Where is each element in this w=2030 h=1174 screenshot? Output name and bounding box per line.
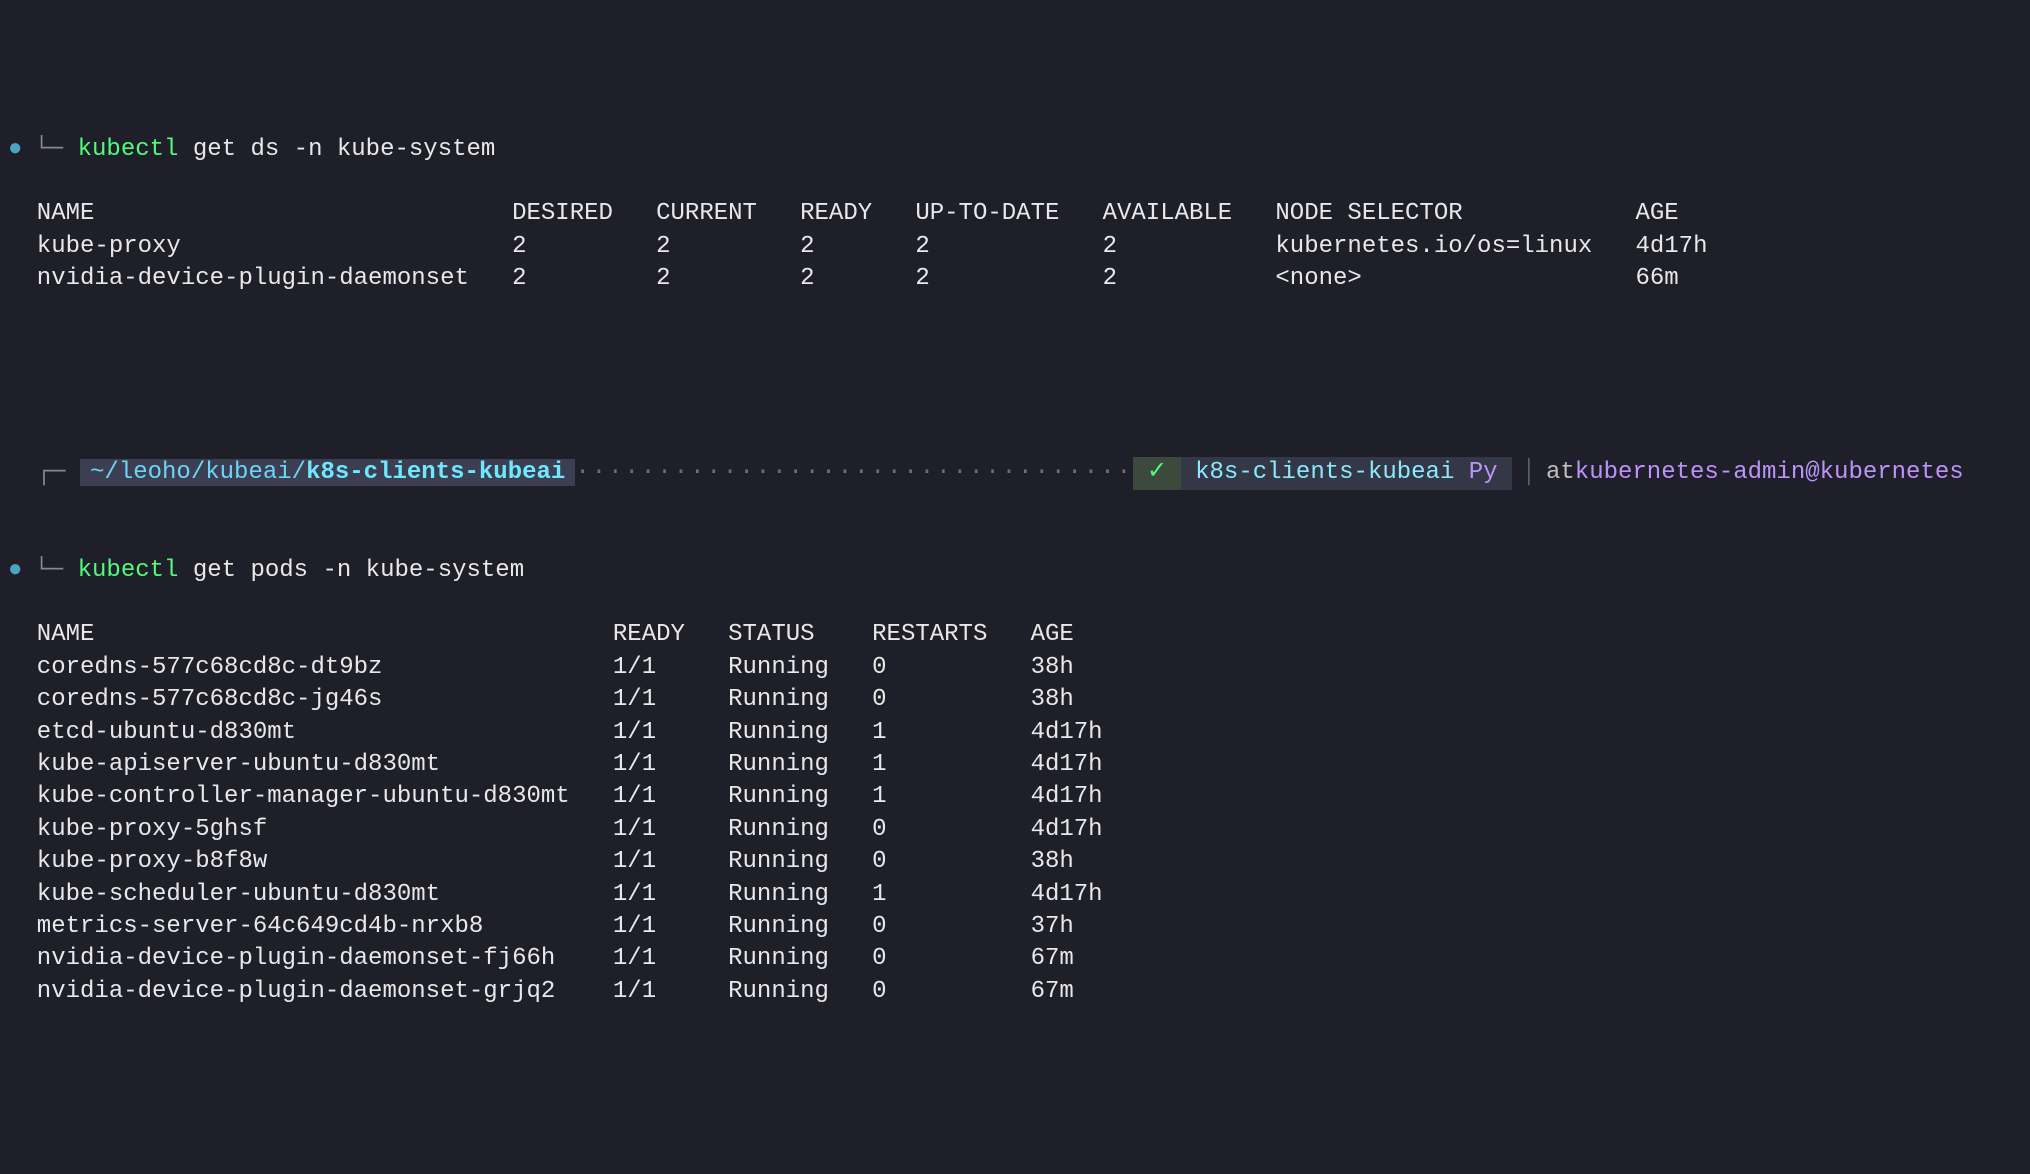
- daemonset-table: NAME DESIRED CURRENT READY UP-TO-DATE AV…: [0, 198, 2030, 295]
- shell-prompt: ┌─ ~/leoho/kubeai/k8s-clients-kubeai····…: [0, 457, 2030, 489]
- table-row: kube-proxy-b8f8w 1/1 Running 0 38h: [0, 846, 2030, 878]
- separator-dots: ··································: [575, 457, 1133, 489]
- table-row: nvidia-device-plugin-daemonset 2 2 2 2 2…: [0, 263, 2030, 295]
- bullet-icon: ●: [8, 555, 22, 587]
- table-row: kube-apiserver-ubuntu-d830mt 1/1 Running…: [0, 749, 2030, 781]
- table-row: kube-controller-manager-ubuntu-d830mt 1/…: [0, 781, 2030, 813]
- path-prefix: ~/leoho/kubeai/: [90, 459, 306, 486]
- kubectl-cmd: kubectl: [78, 136, 179, 163]
- cluster-name: kubernetes-admin@kubernetes: [1575, 457, 1964, 489]
- command-line-1[interactable]: ● └─ kubectl get ds -n kube-system: [0, 134, 2030, 166]
- kubectl-cmd: kubectl: [78, 557, 179, 584]
- table-row: kube-scheduler-ubuntu-d830mt 1/1 Running…: [0, 879, 2030, 911]
- bullet-icon: ●: [8, 134, 22, 166]
- path-tail: k8s-clients-kubeai: [306, 459, 565, 486]
- context-name: k8s-clients-kubeai: [1195, 459, 1454, 486]
- branch-top-icon: ┌─: [8, 459, 66, 486]
- table-row: metrics-server-64c649cd4b-nrxb8 1/1 Runn…: [0, 911, 2030, 943]
- table-header: NAME DESIRED CURRENT READY UP-TO-DATE AV…: [0, 198, 2030, 230]
- check-icon: ✓: [1133, 457, 1181, 489]
- cwd-path: ~/leoho/kubeai/k8s-clients-kubeai: [80, 459, 575, 486]
- cmd-args: get pods -n kube-system: [178, 557, 524, 584]
- table-row: kube-proxy-5ghsf 1/1 Running 0 4d17h: [0, 814, 2030, 846]
- cmd-args: get ds -n kube-system: [178, 136, 495, 163]
- branch-icon: └─: [34, 557, 63, 584]
- table-row: coredns-577c68cd8c-jg46s 1/1 Running 0 3…: [0, 684, 2030, 716]
- k8s-context: k8s-clients-kubeai Py: [1181, 457, 1511, 489]
- pods-table: NAME READY STATUS RESTARTS AGE coredns-5…: [0, 619, 2030, 1008]
- branch-icon: └─: [34, 136, 63, 163]
- separator-pipe: │: [1512, 457, 1546, 489]
- table-header: NAME READY STATUS RESTARTS AGE: [0, 619, 2030, 651]
- table-row: kube-proxy 2 2 2 2 2 kubernetes.io/os=li…: [0, 231, 2030, 263]
- at-label: at: [1546, 457, 1575, 489]
- blank-line: [0, 360, 2030, 392]
- command-line-2[interactable]: ● └─ kubectl get pods -n kube-system: [0, 555, 2030, 587]
- table-row: nvidia-device-plugin-daemonset-fj66h 1/1…: [0, 943, 2030, 975]
- python-indicator: Py: [1469, 459, 1498, 486]
- table-row: etcd-ubuntu-d830mt 1/1 Running 1 4d17h: [0, 717, 2030, 749]
- table-row: nvidia-device-plugin-daemonset-grjq2 1/1…: [0, 976, 2030, 1008]
- table-row: coredns-577c68cd8c-dt9bz 1/1 Running 0 3…: [0, 652, 2030, 684]
